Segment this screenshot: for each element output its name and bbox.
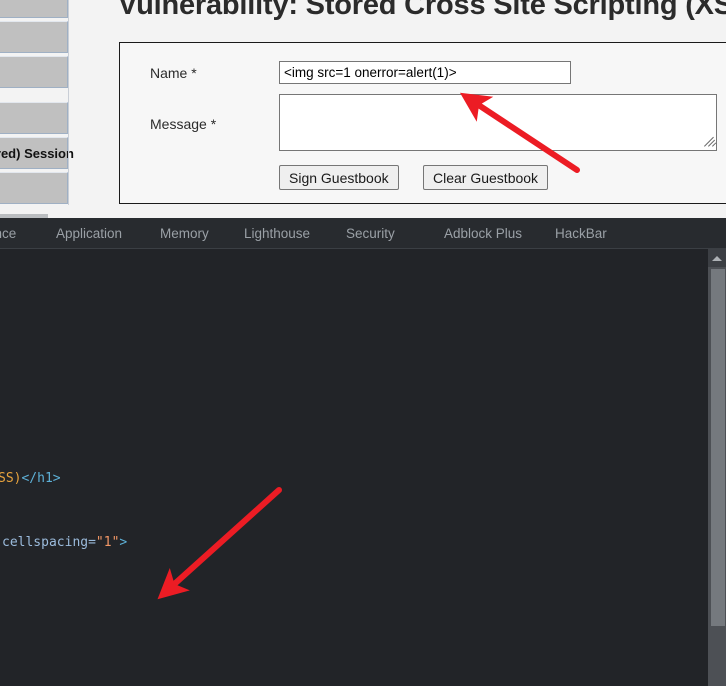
- guestbook-form-panel: Name * Message * Sign Guestbook Clear Gu…: [119, 42, 726, 204]
- tab-hackbar[interactable]: HackBar: [555, 218, 607, 249]
- sign-guestbook-button[interactable]: Sign Guestbook: [279, 165, 399, 190]
- dom-line-table-text: cellspacing="1">: [2, 535, 128, 550]
- sidebar-item-3[interactable]: [0, 56, 68, 88]
- message-label: Message *: [150, 116, 217, 132]
- tab-memory[interactable]: Memory: [160, 218, 209, 249]
- scroll-up-arrow-icon[interactable]: [708, 249, 726, 267]
- browser-page-content: XSS (Stored) Session Vulnerability: Stor…: [0, 0, 726, 218]
- elements-panel[interactable]: SS)</h1> cellspacing="1"> ="30" maxlengt…: [0, 249, 708, 686]
- dom-line-h1-text: SS)</h1>: [0, 471, 61, 486]
- sidebar-divider: [68, 0, 69, 205]
- sidebar-item-active[interactable]: XSS (Stored) Session: [0, 137, 74, 169]
- dom-line-h1[interactable]: SS)</h1>: [0, 471, 61, 486]
- tab-security[interactable]: Security: [346, 218, 395, 249]
- screenshot-root: XSS (Stored) Session Vulnerability: Stor…: [0, 0, 726, 686]
- sidebar-item-6[interactable]: [0, 172, 68, 204]
- name-label: Name *: [150, 65, 197, 81]
- dom-line-table[interactable]: cellspacing="1">: [2, 535, 127, 550]
- devtools-tabbar: ance Application Memory Lighthouse Secur…: [0, 214, 726, 249]
- elements-panel-scrollbar[interactable]: [708, 249, 726, 686]
- name-input[interactable]: [279, 61, 571, 84]
- clear-guestbook-button[interactable]: Clear Guestbook: [423, 165, 549, 190]
- tab-adblock-plus[interactable]: Adblock Plus: [444, 218, 522, 249]
- page-title: Vulnerability: Stored Cross Site Scripti…: [118, 0, 726, 21]
- sidebar-item-4[interactable]: [0, 102, 68, 134]
- tab-lighthouse[interactable]: Lighthouse: [244, 218, 310, 249]
- devtools-window: ance Application Memory Lighthouse Secur…: [0, 214, 726, 686]
- sidebar-item-active-label: XSS (Stored) Session: [0, 145, 74, 161]
- scrollbar-thumb[interactable]: [711, 269, 725, 626]
- tab-application[interactable]: Application: [56, 218, 122, 249]
- sidebar-item-1[interactable]: [0, 0, 68, 18]
- dvwa-sidebar-nav: XSS (Stored) Session: [0, 0, 74, 207]
- message-textarea[interactable]: [279, 94, 717, 151]
- sidebar-item-2[interactable]: [0, 21, 68, 53]
- tab-performance[interactable]: ance: [0, 218, 16, 249]
- caret-up-glyph: [712, 255, 722, 261]
